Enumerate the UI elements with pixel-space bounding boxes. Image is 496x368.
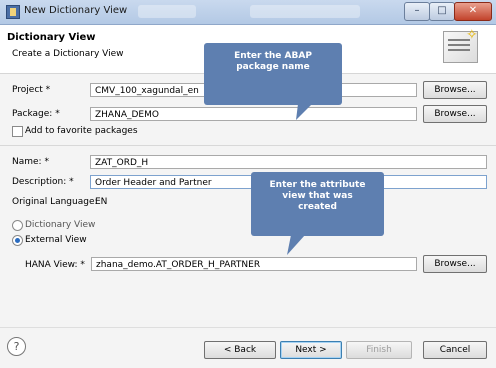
view-callout-text: Enter the attribute view that was create… bbox=[269, 180, 366, 212]
wizard-banner-icon bbox=[443, 27, 478, 63]
finish-button[interactable]: Finish bbox=[346, 341, 412, 359]
original-language-value: EN bbox=[95, 197, 108, 207]
favorite-checkbox[interactable] bbox=[12, 126, 23, 137]
name-field[interactable]: ZAT_ORD_H bbox=[90, 155, 487, 169]
dictionary-view-radio[interactable] bbox=[12, 220, 23, 231]
maximize-button[interactable]: □ bbox=[429, 2, 455, 21]
package-callout-text: Enter the ABAP package name bbox=[234, 51, 312, 72]
original-language-label: Original Language: bbox=[12, 197, 98, 207]
title-bar[interactable]: New Dictionary View – □ ✕ bbox=[0, 0, 496, 25]
external-view-radio[interactable] bbox=[12, 235, 23, 246]
favorite-label: Add to favorite packages bbox=[25, 126, 138, 136]
next-button[interactable]: Next > bbox=[280, 341, 342, 359]
window-title: New Dictionary View bbox=[24, 5, 128, 16]
cancel-button[interactable]: Cancel bbox=[423, 341, 487, 359]
dictionary-view-label: Dictionary View bbox=[25, 220, 96, 230]
app-icon bbox=[6, 5, 20, 19]
package-callout-pointer bbox=[296, 104, 312, 120]
project-label: Project * bbox=[12, 85, 51, 95]
close-button[interactable]: ✕ bbox=[454, 2, 492, 21]
help-icon[interactable]: ? bbox=[7, 337, 26, 356]
package-field[interactable]: ZHANA_DEMO bbox=[90, 107, 417, 121]
description-label: Description: * bbox=[12, 177, 74, 187]
background-tab bbox=[138, 5, 196, 18]
view-callout-pointer bbox=[287, 235, 305, 255]
hana-view-browse-button[interactable]: Browse... bbox=[423, 255, 487, 273]
separator bbox=[0, 145, 496, 146]
hana-view-label: HANA View: * bbox=[25, 260, 85, 270]
minimize-button[interactable]: – bbox=[404, 2, 430, 21]
external-view-label: External View bbox=[25, 235, 87, 245]
hana-view-field[interactable]: zhana_demo.AT_ORDER_H_PARTNER bbox=[91, 257, 417, 271]
background-tab bbox=[250, 5, 360, 18]
package-browse-button[interactable]: Browse... bbox=[423, 105, 487, 123]
page-subtitle: Create a Dictionary View bbox=[12, 49, 124, 59]
back-button[interactable]: < Back bbox=[204, 341, 276, 359]
name-label: Name: * bbox=[12, 157, 49, 167]
project-browse-button[interactable]: Browse... bbox=[423, 81, 487, 99]
view-callout: Enter the attribute view that was create… bbox=[251, 172, 384, 236]
package-callout: Enter the ABAP package name bbox=[204, 43, 342, 105]
page-title: Dictionary View bbox=[7, 32, 96, 43]
package-label: Package: * bbox=[12, 109, 60, 119]
